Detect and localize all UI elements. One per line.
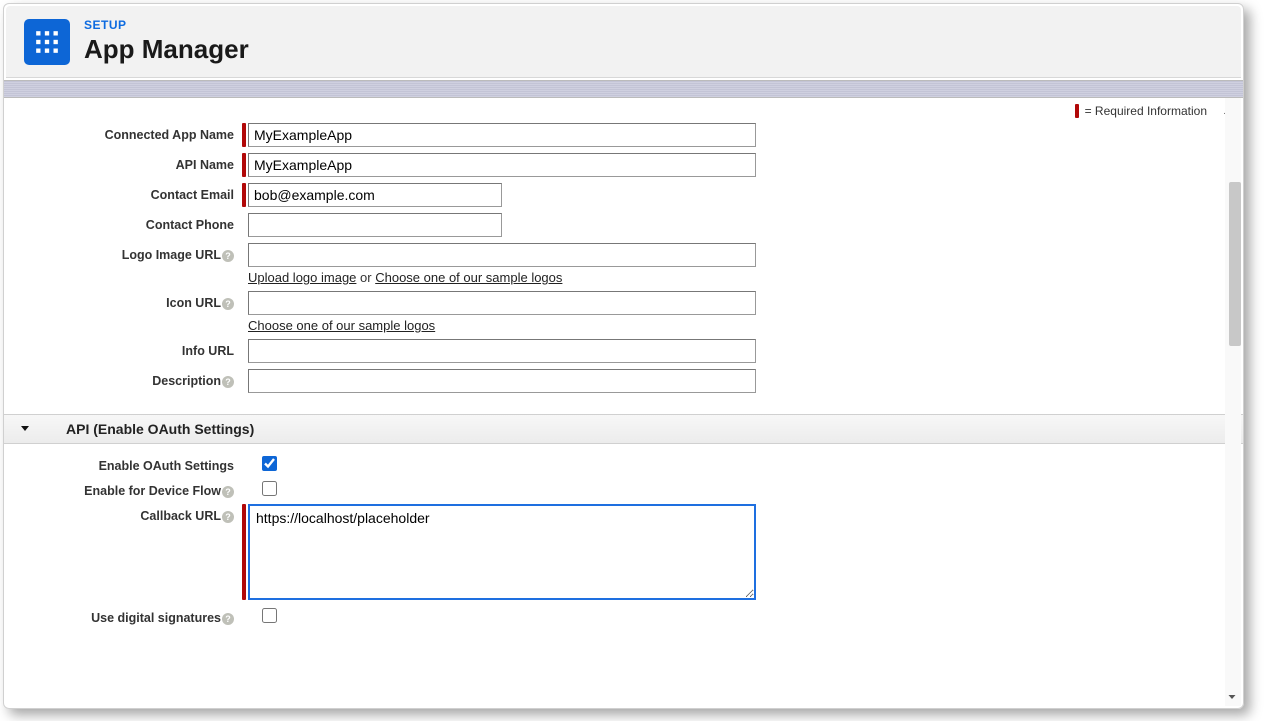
label-enable-device-flow: Enable for Device Flow (84, 484, 221, 498)
icon-url-input[interactable] (248, 291, 756, 315)
use-digital-signatures-checkbox[interactable] (262, 608, 277, 623)
scroll-down-icon[interactable] (1225, 690, 1239, 704)
scrollbar-thumb[interactable] (1229, 182, 1241, 346)
choose-sample-logo-link[interactable]: Choose one of our sample logos (375, 270, 562, 285)
section-collapse-icon[interactable] (18, 422, 32, 436)
required-marker (242, 183, 246, 207)
help-icon[interactable]: ? (222, 376, 234, 388)
required-marker (242, 123, 246, 147)
label-use-digital-signatures: Use digital signatures (91, 611, 221, 625)
enable-oauth-checkbox[interactable] (262, 456, 277, 471)
header-kicker: SETUP (84, 18, 249, 32)
label-logo-image-url: Logo Image URL (122, 248, 221, 262)
app-grid-icon (24, 19, 70, 65)
contact-phone-input[interactable] (248, 213, 502, 237)
upload-logo-link[interactable]: Upload logo image (248, 270, 356, 285)
or-text: or (360, 270, 372, 285)
label-callback-url: Callback URL (140, 509, 221, 523)
info-url-input[interactable] (248, 339, 756, 363)
required-marker (242, 504, 246, 600)
help-icon[interactable]: ? (222, 298, 234, 310)
header-divider (4, 80, 1243, 98)
help-icon[interactable]: ? (222, 250, 234, 262)
required-marker-legend (1075, 104, 1079, 118)
required-info-label: = Required Information (1085, 104, 1207, 118)
contact-email-input[interactable] (248, 183, 502, 207)
label-connected-app-name: Connected App Name (4, 123, 242, 142)
label-info-url: Info URL (4, 339, 242, 358)
form-content: = Required Information Connected App Nam… (4, 98, 1243, 708)
label-icon-url: Icon URL (166, 296, 221, 310)
oauth-section-title: API (Enable OAuth Settings) (66, 421, 254, 437)
label-description: Description (152, 374, 221, 388)
help-icon[interactable]: ? (222, 613, 234, 625)
app-window: SETUP App Manager = Required Information… (3, 3, 1244, 709)
choose-sample-icon-link[interactable]: Choose one of our sample logos (248, 318, 435, 333)
oauth-section-header: API (Enable OAuth Settings) (4, 414, 1243, 444)
callback-url-textarea[interactable]: https://localhost/placeholder (248, 504, 756, 600)
required-marker (242, 153, 246, 177)
page-header: SETUP App Manager (6, 6, 1241, 78)
label-enable-oauth: Enable OAuth Settings (4, 454, 242, 473)
help-icon[interactable]: ? (222, 486, 234, 498)
page-title: App Manager (84, 34, 249, 65)
description-input[interactable] (248, 369, 756, 393)
api-name-input[interactable] (248, 153, 756, 177)
label-contact-email: Contact Email (4, 183, 242, 202)
logo-image-url-input[interactable] (248, 243, 756, 267)
connected-app-name-input[interactable] (248, 123, 756, 147)
label-api-name: API Name (4, 153, 242, 172)
help-icon[interactable]: ? (222, 511, 234, 523)
enable-device-flow-checkbox[interactable] (262, 481, 277, 496)
label-contact-phone: Contact Phone (4, 213, 242, 232)
